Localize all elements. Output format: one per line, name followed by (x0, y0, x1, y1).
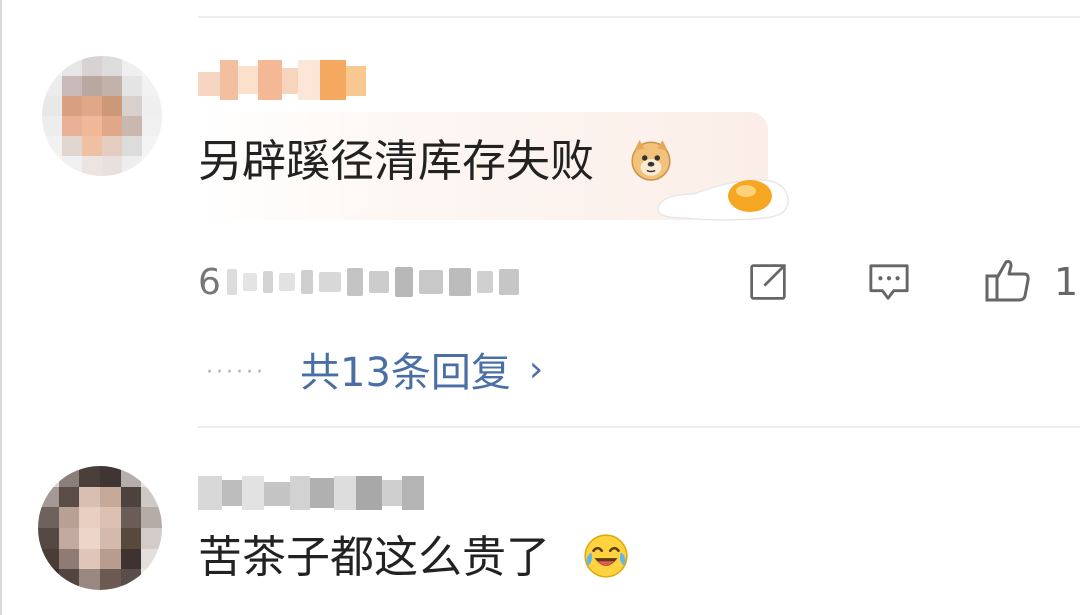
comment-icon[interactable] (866, 262, 912, 304)
username-blurred[interactable] (198, 60, 366, 100)
laughing-crying-icon (584, 534, 628, 578)
username-blurred[interactable] (198, 476, 424, 510)
comment-text: 苦茶子都这么贵了 (198, 532, 550, 583)
view-replies-link[interactable]: 共13条回复 › (300, 340, 543, 398)
fried-egg-icon (657, 179, 789, 221)
replies-label: 共13条回复 (300, 350, 511, 396)
reply-dots: ······ (206, 360, 266, 385)
timestamp-prefix: 6 (198, 261, 221, 303)
comment-meta: 6 (198, 261, 519, 303)
top-divider (198, 16, 1080, 18)
avatar[interactable] (38, 466, 162, 590)
thumbs-up-icon[interactable] (984, 256, 1032, 304)
comment-text: 另辟蹊径清库存失败 (198, 136, 594, 187)
chevron-right-icon: › (528, 348, 544, 390)
avatar[interactable] (42, 56, 162, 176)
share-icon[interactable] (746, 262, 790, 302)
comment-divider (198, 426, 1080, 428)
timestamp-blurred (226, 267, 519, 297)
like-count: 1 (1054, 260, 1079, 304)
